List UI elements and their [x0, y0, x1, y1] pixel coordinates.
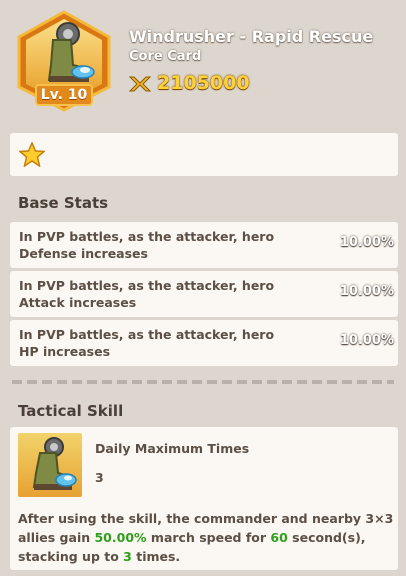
stat-value: 10.00% [339, 333, 394, 348]
stat-value: 10.00% [339, 235, 394, 250]
stat-text: In PVP battles, as the attacker, hero At… [19, 278, 275, 310]
skill-label: Daily Maximum Times [95, 441, 250, 456]
skill-value: 3 [95, 470, 104, 485]
stat-row-hp: In PVP battles, as the attacker, hero HP… [10, 320, 398, 366]
stat-text: In PVP battles, as the attacker, hero De… [19, 229, 275, 261]
star-icon [19, 142, 45, 167]
section-divider [12, 380, 394, 384]
power-value: 2105000 [157, 72, 250, 94]
card-header: Lv. 10 Windrusher - Rapid Rescue Core Ca… [0, 0, 406, 120]
skill-description: After using the skill, the commander and… [18, 509, 398, 566]
card-type: Core Card [129, 49, 202, 64]
skill-stacks: 3 [123, 549, 132, 564]
skill-boot-icon [18, 433, 82, 497]
skill-seconds: 60 [270, 530, 288, 545]
tactical-skill-title: Tactical Skill [18, 402, 124, 420]
power-icon [129, 76, 151, 92]
skill-desc-part: march speed for [146, 530, 271, 545]
card-portrait: Lv. 10 [13, 10, 115, 112]
tactical-skill-panel: Daily Maximum Times 3 After using the sk… [10, 427, 398, 570]
stat-row-attack: In PVP battles, as the attacker, hero At… [10, 271, 398, 317]
skill-percent: 50.00% [94, 530, 147, 545]
star-rating [10, 133, 398, 176]
stat-value: 10.00% [339, 284, 394, 299]
stat-row-defense: In PVP battles, as the attacker, hero De… [10, 222, 398, 268]
base-stats-title: Base Stats [18, 194, 109, 212]
card-name: Windrusher - Rapid Rescue [129, 27, 374, 46]
level-badge: Lv. 10 [35, 84, 93, 106]
skill-desc-part: times. [131, 549, 181, 564]
stat-text: In PVP battles, as the attacker, hero HP… [19, 327, 275, 359]
